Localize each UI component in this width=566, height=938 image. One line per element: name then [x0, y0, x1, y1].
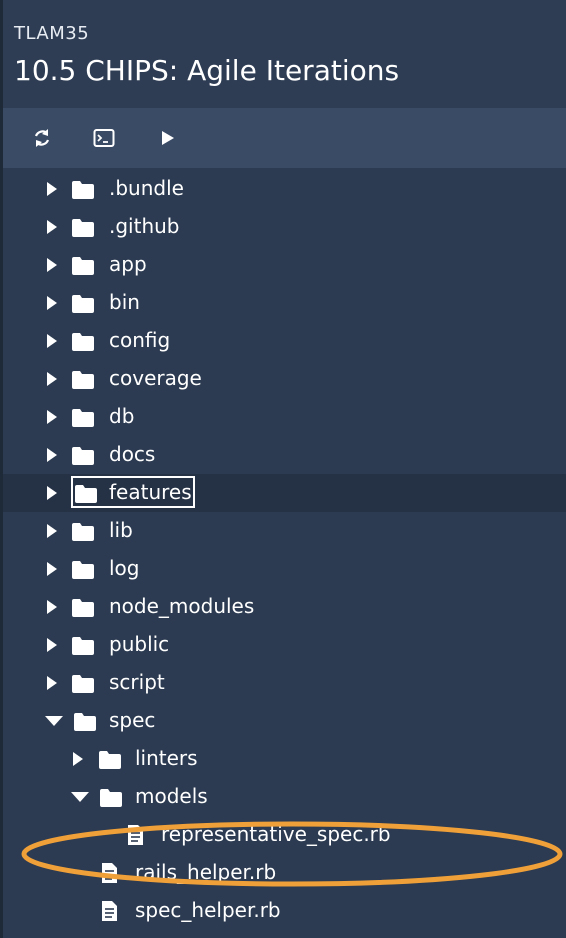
- chevron-right-icon[interactable]: [45, 523, 59, 539]
- tree-item-label: spec_helper.rb: [135, 898, 281, 922]
- focus-outline: [71, 476, 195, 508]
- tree-item-label: docs: [109, 442, 156, 466]
- tree-item-label: script: [109, 670, 165, 694]
- tree-item-representative-spec[interactable]: representative_spec.rb: [3, 816, 566, 854]
- tree-item-label: bin: [109, 290, 140, 314]
- tree-item-label: models: [135, 784, 208, 808]
- file-icon: [128, 825, 143, 845]
- folder-icon: [72, 409, 94, 427]
- chevron-right-icon[interactable]: [45, 561, 59, 577]
- tree-item-label: db: [109, 404, 135, 428]
- tree-item-node-modules[interactable]: node_modules: [3, 588, 566, 626]
- folder-icon: [72, 257, 94, 275]
- tree-item-label: .bundle: [109, 176, 184, 200]
- file-icon: [102, 901, 117, 921]
- folder-icon: [74, 713, 96, 731]
- tree-item-docs[interactable]: docs: [3, 436, 566, 474]
- folder-icon: [72, 181, 94, 199]
- tree-item-label: coverage: [109, 366, 202, 390]
- folder-icon: [72, 219, 94, 237]
- folder-icon: [72, 447, 94, 465]
- folder-icon: [72, 371, 94, 389]
- file-tree: .bundle .github app bin config coverage …: [3, 168, 566, 938]
- chevron-right-icon[interactable]: [45, 637, 59, 653]
- folder-icon: [72, 333, 94, 351]
- tree-item-script[interactable]: script: [3, 664, 566, 702]
- chevron-right-icon[interactable]: [45, 485, 59, 501]
- tree-item-lib[interactable]: lib: [3, 512, 566, 550]
- tree-item-models[interactable]: models: [3, 778, 566, 816]
- tree-item-label: representative_spec.rb: [161, 822, 391, 846]
- play-icon: [162, 131, 174, 145]
- chevron-right-icon[interactable]: [45, 257, 59, 273]
- file-icon: [102, 863, 117, 883]
- refresh-button[interactable]: [31, 127, 53, 149]
- folder-icon: [72, 637, 94, 655]
- tree-item-github[interactable]: .github: [3, 208, 566, 246]
- explorer-toolbar: [3, 108, 566, 168]
- chevron-right-icon[interactable]: [45, 675, 59, 691]
- chevron-right-icon[interactable]: [71, 751, 85, 767]
- tree-item-log[interactable]: log: [3, 550, 566, 588]
- tree-item-app[interactable]: app: [3, 246, 566, 284]
- chevron-right-icon[interactable]: [45, 447, 59, 463]
- folder-icon: [72, 675, 94, 693]
- terminal-button[interactable]: [93, 127, 115, 149]
- chevron-down-icon[interactable]: [44, 714, 64, 728]
- tree-item-linters[interactable]: linters: [3, 740, 566, 778]
- chevron-right-icon[interactable]: [45, 409, 59, 425]
- folder-icon: [99, 751, 121, 769]
- tree-item-label: app: [109, 252, 147, 276]
- assignment-title: 10.5 CHIPS: Agile Iterations: [14, 54, 400, 87]
- tree-item-label: .github: [109, 214, 180, 238]
- chevron-right-icon[interactable]: [45, 181, 59, 197]
- tree-item-label: rails_helper.rb: [135, 860, 277, 884]
- tree-item-spec-helper[interactable]: spec_helper.rb: [3, 892, 566, 930]
- chevron-right-icon[interactable]: [45, 219, 59, 235]
- chevron-right-icon[interactable]: [45, 371, 59, 387]
- tree-item-spec[interactable]: spec: [3, 702, 566, 740]
- chevron-right-icon[interactable]: [45, 333, 59, 349]
- folder-icon: [72, 295, 94, 313]
- tree-item-label: spec: [109, 708, 156, 732]
- panel-header: TLAM35 10.5 CHIPS: Agile Iterations: [3, 0, 566, 108]
- tree-item-db[interactable]: db: [3, 398, 566, 436]
- tree-item-coverage[interactable]: coverage: [3, 360, 566, 398]
- tree-item-public[interactable]: public: [3, 626, 566, 664]
- tree-item-label: lib: [109, 518, 133, 542]
- chevron-right-icon[interactable]: [45, 295, 59, 311]
- chevron-down-icon[interactable]: [70, 790, 90, 804]
- folder-icon: [72, 599, 94, 617]
- tree-item-bin[interactable]: bin: [3, 284, 566, 322]
- run-button[interactable]: [157, 127, 179, 149]
- terminal-icon: [93, 129, 115, 147]
- folder-icon: [100, 789, 122, 807]
- tree-item-config[interactable]: config: [3, 322, 566, 360]
- tree-item-label: config: [109, 328, 171, 352]
- file-explorer-panel: TLAM35 10.5 CHIPS: Agile Iterations .bun…: [0, 0, 566, 938]
- tree-item-label: public: [109, 632, 170, 656]
- tree-item-bundle[interactable]: .bundle: [3, 170, 566, 208]
- tree-item-rails-helper[interactable]: rails_helper.rb: [3, 854, 566, 892]
- refresh-icon: [34, 129, 50, 147]
- course-code: TLAM35: [14, 23, 90, 44]
- tree-item-label: log: [109, 556, 140, 580]
- folder-icon: [72, 561, 94, 579]
- chevron-right-icon[interactable]: [45, 599, 59, 615]
- folder-icon: [72, 523, 94, 541]
- tree-item-label: node_modules: [109, 594, 255, 618]
- tree-item-label: linters: [135, 746, 198, 770]
